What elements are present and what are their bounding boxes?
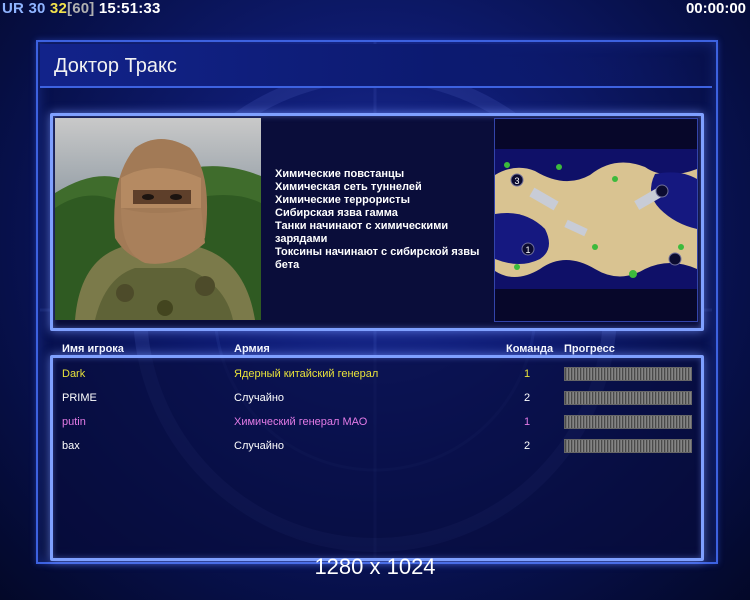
game-timer: 00:00:00	[685, 0, 746, 17]
page-title: Доктор Тракс	[54, 55, 177, 77]
player-army: Случайно	[234, 392, 285, 404]
clock: 15:51:33	[98, 0, 161, 17]
player-army: Случайно	[234, 440, 285, 452]
resolution-label: 1280 x 1024	[314, 554, 436, 579]
rule-item: Танки начинают с химическими	[275, 220, 449, 232]
player-row: bax Случайно 2	[0, 439, 750, 460]
progress-bar	[564, 367, 692, 381]
player-team: 2	[524, 440, 531, 452]
progress-bar	[564, 439, 692, 453]
fps-counter: UR 30 32[60] 15:51:33	[2, 0, 161, 17]
start-marker-3: 3	[514, 176, 519, 186]
player-name: PRIME	[62, 392, 97, 404]
ur-label: UR	[2, 0, 25, 17]
rule-item: Химическая сеть туннелей	[275, 181, 422, 193]
player-row: putin Химический генерал МАО 1	[0, 415, 750, 436]
header-team: Команда	[506, 343, 554, 355]
player-army: Ядерный китайский генерал	[234, 368, 379, 380]
player-row: PRIME Случайно 2	[0, 391, 750, 412]
header-player-name: Имя игрока	[62, 343, 124, 355]
progress-bar	[564, 391, 692, 405]
player-name: Dark	[62, 368, 86, 380]
player-team: 1	[524, 416, 531, 428]
ur-value: 30	[28, 0, 46, 17]
header-progress: Прогресс	[564, 343, 615, 355]
rule-item: бета	[275, 259, 300, 271]
rule-item: Токсины начинают с сибирской язвы	[275, 246, 480, 258]
player-army: Химический генерал МАО	[234, 416, 368, 428]
rule-item: Сибирская язва гамма	[275, 207, 398, 219]
fps-max: [60]	[67, 0, 95, 17]
player-name: putin	[62, 416, 86, 428]
progress-bar	[564, 415, 692, 429]
start-marker-1: 1	[525, 245, 530, 255]
minimap-preview: 3 1	[494, 118, 698, 322]
rule-item: зарядами	[275, 233, 328, 245]
rules-list: Химические повстанцы Химическая сеть тун…	[275, 168, 490, 272]
general-portrait	[55, 118, 261, 320]
rule-item: Химические повстанцы	[275, 168, 405, 180]
fps-value: 32	[49, 0, 68, 17]
player-team: 2	[524, 392, 531, 404]
rule-item: Химические террористы	[275, 194, 410, 206]
header-army: Армия	[234, 343, 270, 355]
player-name: bax	[62, 440, 80, 452]
player-row: Dark Ядерный китайский генерал 1	[0, 367, 750, 388]
player-team: 1	[524, 368, 531, 380]
